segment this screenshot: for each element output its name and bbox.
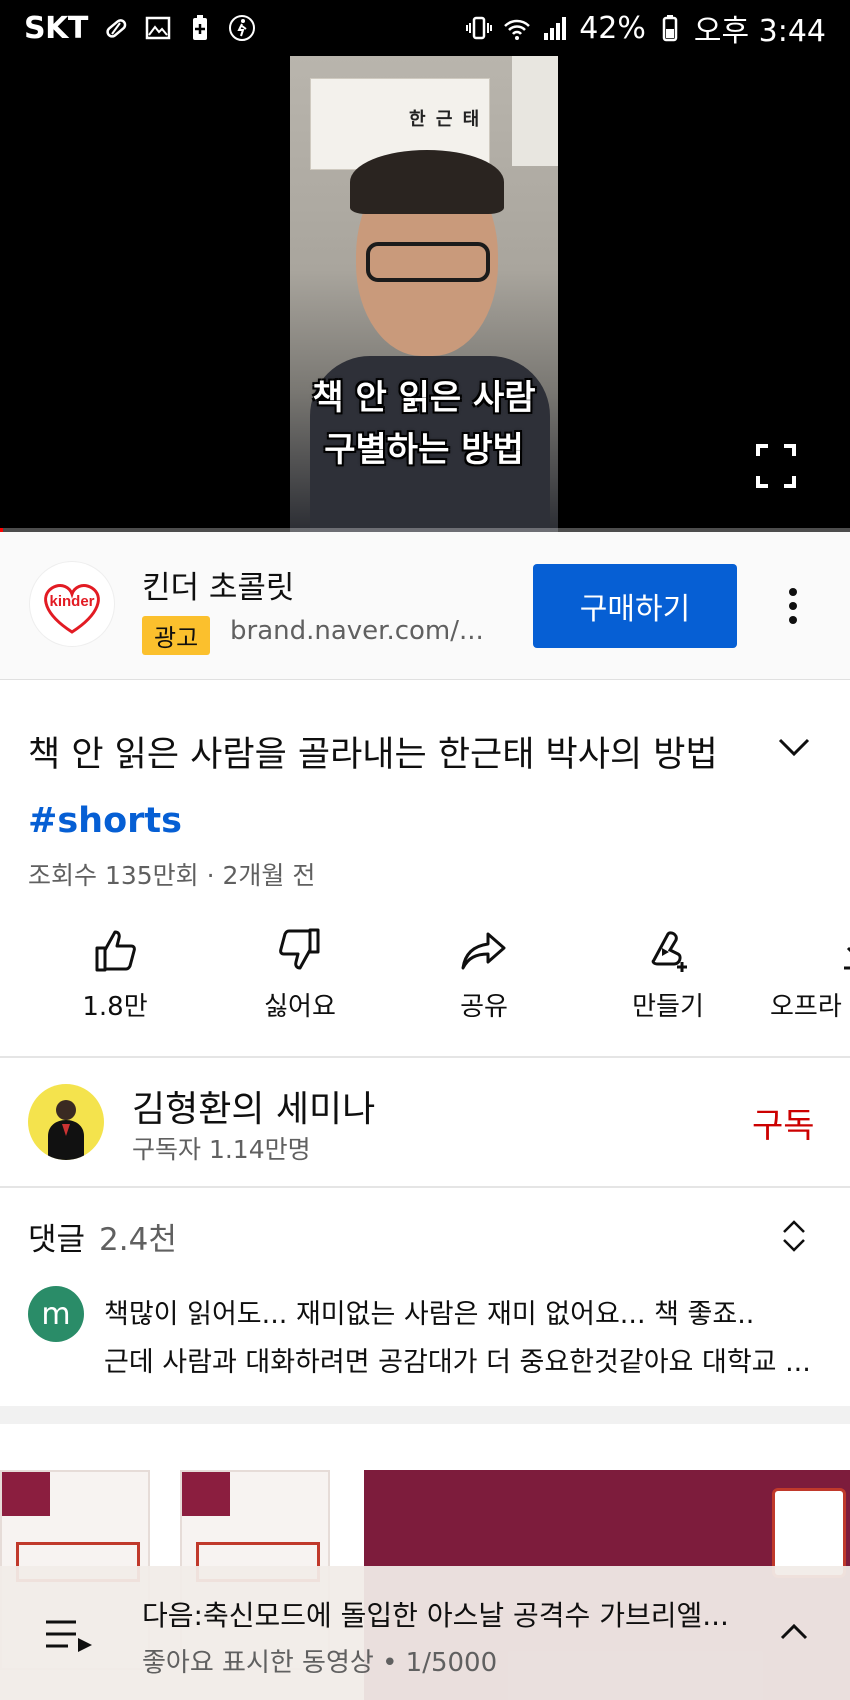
thumbs-up-icon [95, 930, 136, 972]
signal-icon [544, 17, 567, 40]
ad-banner[interactable]: kinder 킨더 초콜릿 광고 brand.naver.com/... 구매하… [0, 532, 850, 680]
poster-side [512, 56, 558, 166]
ad-url[interactable]: brand.naver.com/... [230, 616, 484, 646]
dislike-button[interactable]: 싫어요 [225, 920, 375, 1023]
comments-header: 댓글 2.4천 [28, 1214, 177, 1259]
comments-section[interactable]: 댓글 2.4천 m 책많이 읽어도... 재미없는 사람은 재미 없어요... 책… [0, 1188, 850, 1406]
more-vert-icon[interactable] [778, 584, 808, 628]
offline-label: 오프라 [770, 992, 842, 1022]
up-next-bar[interactable]: 다음:축신모드에 돌입한 아스날 공격수 가브리엘... 좋아요 표시한 동영상… [0, 1566, 850, 1700]
video-player[interactable]: 한 근 태 책 안 읽은 사람 구별하는 방법 [0, 56, 850, 532]
expand-collapse-icon[interactable] [780, 1216, 808, 1256]
video-caption: 책 안 읽은 사람 구별하는 방법 [290, 372, 558, 476]
comment-text-line-2: 근데 사람과 대화하려면 공감대가 더 중요한것같아요 대학교 ... [104, 1347, 811, 1378]
thumbnail-ribbon [182, 1472, 230, 1516]
channel-avatar[interactable] [28, 1084, 104, 1160]
action-bar: 1.8만 싫어요 공유 만들기 오프라 [0, 920, 850, 1040]
subscribe-button[interactable]: 구독 [752, 1098, 815, 1147]
remix-button[interactable]: 만들기 [593, 920, 743, 1023]
share-icon [461, 932, 506, 970]
playlist-queue-icon[interactable] [44, 1618, 96, 1654]
walking-icon [228, 15, 255, 41]
advertiser-name: 킨더 초콜릿 [142, 570, 295, 606]
caption-line-1: 책 안 읽은 사람 [312, 378, 536, 418]
like-count: 1.8만 [82, 992, 148, 1022]
video-title-text: 책 안 읽은 사람을 골라내는 한근태 박사의 방법 [28, 735, 718, 775]
commenter-avatar: m [28, 1286, 84, 1342]
video-meta: 조회수 135만회 · 2개월 전 [28, 861, 316, 890]
ad-badge: 광고 [142, 616, 211, 655]
thumbs-down-icon [279, 928, 320, 970]
hashtag-link[interactable]: #shorts [28, 801, 182, 841]
share-button[interactable]: 공유 [409, 920, 559, 1023]
channel-name[interactable]: 김형환의 세미나 [132, 1080, 375, 1132]
share-label: 공유 [460, 992, 508, 1022]
thumbnail-badge [772, 1488, 846, 1578]
gallery-icon [145, 16, 171, 40]
pill-icon [106, 19, 127, 38]
up-next-title: 다음:축신모드에 돌입한 아스날 공격수 가브리엘... [142, 1599, 729, 1632]
comments-label: 댓글 [28, 1222, 86, 1258]
speaker-hair [350, 150, 504, 214]
speaker-glasses [366, 242, 490, 282]
divider [0, 1056, 850, 1058]
comments-count: 2.4천 [99, 1222, 177, 1258]
remix-icon [651, 931, 687, 972]
wifi-icon [504, 19, 531, 40]
vibrate-icon [466, 16, 493, 40]
chevron-down-icon[interactable] [776, 732, 812, 762]
up-next-subtitle: 좋아요 표시한 동영상 • 1/5000 [142, 1648, 498, 1678]
advertiser-logo: kinder [30, 562, 114, 646]
carrier-label: SKT [24, 10, 88, 46]
battery-percent: 42% [579, 10, 646, 46]
caption-line-2: 구별하는 방법 [324, 430, 524, 470]
comment-text-line-1: 책많이 읽어도... 재미없는 사람은 재미 없어요... 책 좋죠.. [104, 1299, 755, 1330]
download-icon [844, 946, 850, 970]
fullscreen-icon[interactable] [756, 444, 796, 488]
thumbnail-ribbon [2, 1472, 50, 1516]
battery-plus-icon [192, 15, 207, 40]
dislike-label: 싫어요 [264, 992, 336, 1022]
offline-button[interactable]: 오프라 [758, 920, 850, 1023]
section-gap [0, 1406, 850, 1424]
advertiser-logo-text: kinder [49, 593, 94, 610]
clock: 오후 3:44 [693, 14, 826, 49]
buy-button[interactable]: 구매하기 [533, 564, 737, 648]
like-button[interactable]: 1.8만 [40, 920, 190, 1023]
chevron-up-icon[interactable] [778, 1618, 810, 1646]
poster-name: 한 근 태 [409, 109, 482, 130]
remix-label: 만들기 [632, 992, 704, 1022]
video-title: 책 안 읽은 사람을 골라내는 한근태 박사의 방법 #shorts [28, 722, 768, 854]
status-bar: SKT 42% 오후 3:44 [0, 0, 850, 56]
channel-subscribers: 구독자 1.14만명 [132, 1135, 311, 1164]
video-title-block[interactable]: 책 안 읽은 사람을 골라내는 한근태 박사의 방법 #shorts [28, 722, 768, 854]
battery-icon [662, 15, 678, 42]
